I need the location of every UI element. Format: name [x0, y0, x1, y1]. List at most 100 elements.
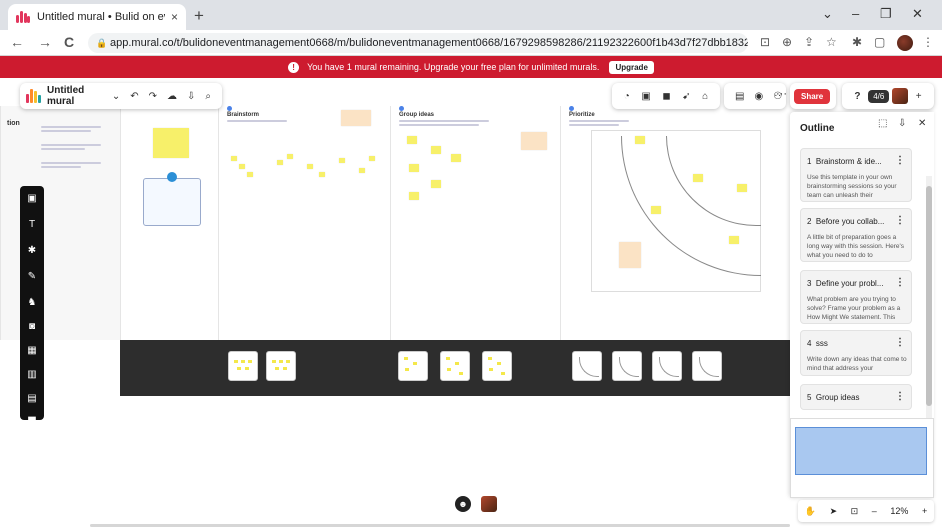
lock-board-icon[interactable]: ⌂ — [702, 91, 708, 102]
bookmark-star-icon[interactable]: ☆ — [826, 35, 837, 49]
minimap[interactable] — [790, 418, 934, 498]
emoji-reaction-icon[interactable]: ☻ — [455, 496, 471, 512]
back-button[interactable]: ← — [10, 34, 24, 50]
thumbnail[interactable] — [482, 351, 512, 381]
browser-tab[interactable]: Untitled mural • Bulid on event m × — [8, 4, 186, 30]
minimize-button[interactable]: – — [852, 6, 859, 21]
collaborator-avatar[interactable] — [481, 496, 497, 512]
cloud-icon[interactable]: ☁ — [167, 91, 177, 102]
pen-tool-icon[interactable]: ✎ — [25, 270, 39, 284]
pointer-icon[interactable]: ➹ — [682, 91, 690, 102]
item-menu-icon[interactable]: ⋮ — [895, 337, 905, 348]
export-icon[interactable]: ⇩ — [187, 91, 195, 102]
redo-icon[interactable]: ↷ — [149, 91, 157, 102]
item-menu-icon[interactable]: ⋮ — [895, 215, 905, 226]
outline-item[interactable]: 3 Define your probl... ⋮ What problem ar… — [800, 270, 912, 324]
thumbnail[interactable] — [440, 351, 470, 381]
reload-button[interactable]: C — [64, 34, 74, 50]
image-tool-icon[interactable]: ◙ — [25, 320, 39, 334]
sticky-note-tool-icon[interactable]: ▣ — [25, 192, 39, 206]
facilitation-toolbar: ◔ ▣ ◼ ➹ ⌂ — [612, 83, 720, 109]
search-icon[interactable]: ⌕ — [205, 91, 211, 102]
sticky-note[interactable] — [153, 128, 189, 158]
tab-search-icon[interactable]: ⌄ — [822, 6, 833, 22]
frameworks-tool-icon[interactable]: ▦ — [25, 344, 39, 358]
forward-button[interactable]: → — [38, 34, 52, 50]
zoom-out-button[interactable]: – — [872, 506, 877, 516]
table-tool-icon[interactable]: ▥ — [25, 368, 39, 382]
add-user-icon[interactable]: + — [916, 91, 922, 102]
frame-title: Prioritize — [569, 112, 595, 118]
export-outline-icon[interactable]: ⇩ — [898, 118, 906, 129]
zoom-in-button[interactable]: + — [922, 506, 927, 516]
icons-tool-icon[interactable]: ♞ — [25, 296, 39, 310]
mural-canvas[interactable]: tion Brainstorm Group ideas Prioritize U… — [0, 78, 942, 527]
extensions-icon[interactable]: ✱ — [852, 35, 862, 49]
text-tool-icon[interactable]: T — [25, 218, 39, 232]
outline-item[interactable]: 4 sss ⋮ Write down any ideas that come t… — [800, 330, 912, 376]
profile-avatar[interactable] — [897, 35, 913, 51]
upgrade-button[interactable]: Upgrade — [609, 60, 654, 74]
zoom-level[interactable]: 12% — [890, 506, 908, 516]
share-button[interactable]: Share — [794, 88, 831, 104]
url-field[interactable]: 🔒 app.mural.co/t/bulidoneventmanagement0… — [88, 33, 748, 53]
frame-intro[interactable] — [120, 106, 218, 340]
info-card[interactable] — [143, 178, 201, 226]
restore-button[interactable]: ❐ — [880, 6, 892, 22]
help-icon[interactable]: ? — [854, 91, 860, 102]
outline-item[interactable]: 2 Before you collab... ⋮ A little bit of… — [800, 208, 912, 262]
pointer-tool-icon[interactable]: ➤ — [830, 506, 838, 517]
share-page-icon[interactable]: ⇪ — [804, 35, 814, 49]
present-icon[interactable]: ▤ — [735, 91, 744, 102]
undo-icon[interactable]: ↶ — [130, 91, 138, 102]
close-window-button[interactable]: ✕ — [912, 6, 923, 22]
thumbnail[interactable] — [612, 351, 642, 381]
tool-rail: ▣ T ✱ ✎ ♞ ◙ ▦ ▥ ▤ ⬒ — [20, 186, 44, 426]
outline-item[interactable]: 1 Brainstorm & ide... ⋮ Use this templat… — [800, 148, 912, 202]
item-menu-icon[interactable]: ⋮ — [895, 391, 905, 402]
hand-tool-icon[interactable]: ✋ — [805, 506, 816, 517]
outline-item[interactable]: 5 Group ideas ⋮ — [800, 384, 912, 410]
new-tab-button[interactable]: + — [194, 6, 204, 26]
item-menu-icon[interactable]: ⋮ — [895, 155, 905, 166]
side-panel-icon[interactable]: ▢ — [874, 35, 885, 49]
bottom-center-controls: ☻ — [455, 496, 497, 512]
upgrade-banner: ! You have 1 mural remaining. Upgrade yo… — [0, 56, 942, 78]
install-app-icon[interactable]: ⊡ — [760, 35, 770, 49]
timer-badge[interactable]: 4/6 — [868, 89, 890, 103]
thumbnail[interactable] — [692, 351, 722, 381]
info-icon — [167, 172, 177, 182]
minimap-viewport[interactable] — [795, 427, 927, 475]
share-pill: Share — [790, 83, 836, 109]
frame-welcome[interactable]: tion — [0, 106, 120, 340]
tab-close-icon[interactable]: × — [171, 10, 178, 24]
timer-icon[interactable]: ◔ — [624, 91, 630, 102]
frame-prioritize[interactable]: Prioritize — [560, 106, 770, 340]
browser-menu-icon[interactable]: ⋮ — [922, 35, 934, 49]
thumbnail[interactable] — [572, 351, 602, 381]
zoom-icon[interactable]: ⊕ — [782, 35, 792, 49]
lock-icon: 🔒 — [96, 38, 108, 48]
templates-tool-icon[interactable]: ▤ — [25, 392, 39, 406]
mural-logo-icon[interactable] — [26, 89, 41, 103]
add-section-icon[interactable]: ⬚ — [878, 118, 887, 129]
thumbnail[interactable] — [266, 351, 296, 381]
close-panel-icon[interactable]: ✕ — [918, 118, 926, 129]
mural-title[interactable]: Untitled mural — [47, 85, 102, 107]
board-area: tion Brainstorm Group ideas Prioritize — [0, 106, 790, 396]
thumbnail[interactable] — [228, 351, 258, 381]
comments-icon[interactable]: ◼ — [662, 91, 670, 102]
chevron-down-icon[interactable]: ⌄ — [112, 91, 120, 102]
fit-view-icon[interactable]: ⊡ — [851, 506, 859, 517]
shapes-tool-icon[interactable]: ✱ — [25, 244, 39, 258]
more-options-icon[interactable]: ··· — [776, 88, 787, 100]
upload-tool-icon[interactable]: ⬒ — [25, 414, 39, 428]
user-avatar[interactable] — [892, 88, 909, 104]
thumbnail[interactable] — [652, 351, 682, 381]
thumbnail[interactable] — [398, 351, 428, 381]
voting-icon[interactable]: ▣ — [641, 91, 650, 102]
frame-brainstorm[interactable]: Brainstorm — [218, 106, 390, 340]
item-menu-icon[interactable]: ⋮ — [895, 277, 905, 288]
frame-group-ideas[interactable]: Group ideas — [390, 106, 560, 340]
presence-icon[interactable]: ◉ — [754, 91, 763, 102]
